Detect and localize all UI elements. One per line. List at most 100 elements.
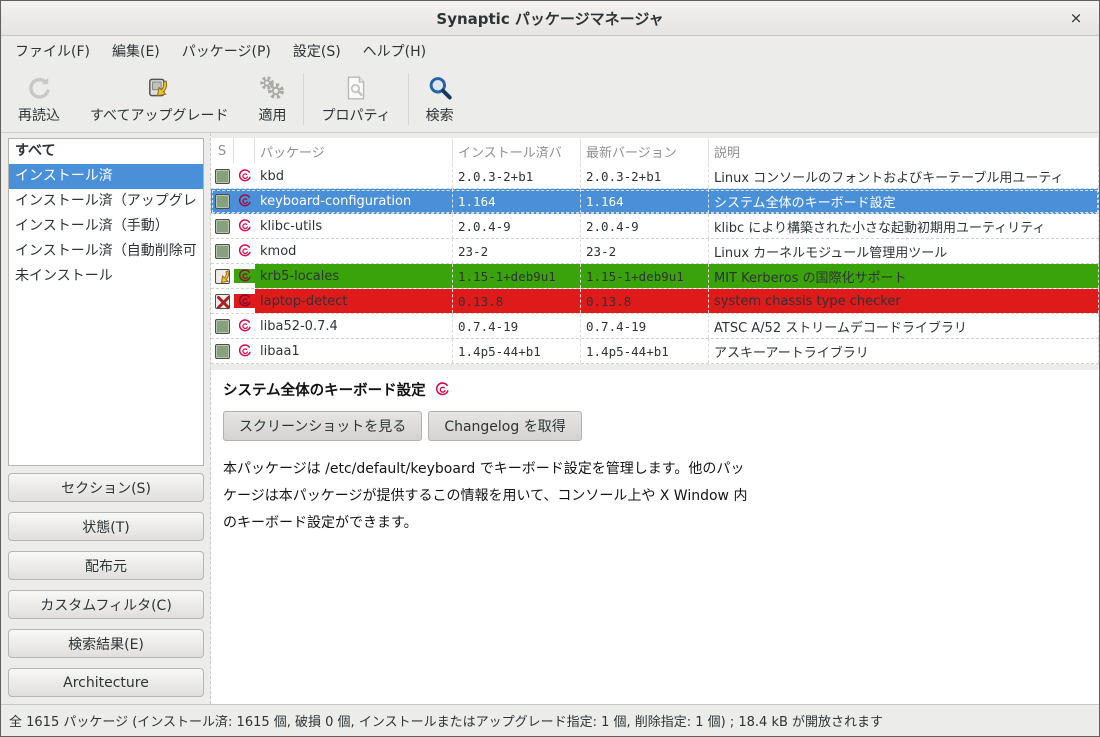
debian-swirl-icon	[238, 244, 252, 258]
package-description: system chassis type checker	[709, 289, 1099, 313]
package-description: アスキーアートライブラリ	[709, 339, 1099, 363]
main-area: すべて インストール済 インストール済（アップグレ インストール済（手動） イン…	[1, 133, 1099, 704]
debian-swirl-icon	[435, 382, 450, 397]
table-row[interactable]: kmod 23-2 23-2 Linux カーネルモジュール管理用ツール	[211, 239, 1099, 264]
menu-package[interactable]: パッケージ(P)	[171, 36, 282, 66]
status-button[interactable]: 状態(T)	[8, 512, 204, 541]
column-header-description[interactable]: 説明	[709, 138, 1099, 164]
installed-version: 2.0.4-9	[453, 214, 581, 238]
debian-swirl-icon	[238, 344, 252, 358]
origin-button[interactable]: 配布元	[8, 551, 204, 580]
table-row-marked-removal[interactable]: laptop-detect 0.13.8 0.13.8 system chass…	[211, 289, 1099, 314]
menu-edit[interactable]: 編集(E)	[101, 36, 171, 66]
latest-version: 23-2	[581, 239, 709, 263]
toolbar-separator	[408, 73, 409, 125]
upgrade-all-button[interactable]: すべてアップグレード	[75, 69, 243, 129]
status-installed-icon[interactable]	[215, 219, 230, 234]
package-description: klibc により構築された小さな起動初期用ユーティリティ	[709, 214, 1099, 238]
status-removal-icon[interactable]	[215, 294, 230, 309]
table-row[interactable]: liba52-0.7.4 0.7.4-19 0.7.4-19 ATSC A/52…	[211, 314, 1099, 339]
installed-version: 1.15-1+deb9u1	[453, 264, 581, 288]
status-installed-icon[interactable]	[215, 194, 230, 209]
search-results-button[interactable]: 検索結果(E)	[8, 629, 204, 658]
menubar: ファイル(F) 編集(E) パッケージ(P) 設定(S) ヘルプ(H)	[1, 36, 1099, 66]
filter-item-all[interactable]: すべて	[9, 139, 203, 164]
reload-button[interactable]: 再読込	[3, 69, 75, 129]
filter-item-not-installed[interactable]: 未インストール	[9, 264, 203, 289]
column-header-latest-version[interactable]: 最新バージョン	[581, 138, 709, 164]
package-name: krb5-locales	[255, 264, 453, 288]
latest-version: 1.15-1+deb9u1	[581, 264, 709, 288]
filter-item-installed-upgradable[interactable]: インストール済（アップグレ	[9, 189, 203, 214]
search-button[interactable]: 検索	[411, 69, 469, 129]
get-changelog-button[interactable]: Changelog を取得	[428, 411, 581, 441]
sidebar: すべて インストール済 インストール済（アップグレ インストール済（手動） イン…	[1, 133, 205, 704]
column-header-supported[interactable]	[234, 138, 255, 164]
reload-icon	[26, 74, 52, 102]
column-header-package[interactable]: パッケージ	[255, 138, 453, 164]
package-name: klibc-utils	[255, 214, 453, 238]
package-name: kbd	[255, 164, 453, 188]
table-row-marked-reinstall[interactable]: krb5-locales 1.15-1+deb9u1 1.15-1+deb9u1…	[211, 264, 1099, 289]
package-name: laptop-detect	[255, 289, 453, 313]
toolbar: 再読込 すべてアップグレード 適用 プロパティ 検索	[1, 66, 1099, 133]
properties-icon	[344, 74, 368, 102]
installed-version: 1.164	[453, 189, 581, 213]
debian-swirl-icon	[238, 169, 252, 183]
status-installed-icon[interactable]	[215, 244, 230, 259]
column-header-installed-version[interactable]: インストール済バ	[453, 138, 581, 164]
table-row-selected[interactable]: keyboard-configuration 1.164 1.164 システム全…	[211, 189, 1099, 214]
apply-gears-icon	[258, 74, 286, 102]
table-row[interactable]: klibc-utils 2.0.4-9 2.0.4-9 klibc により構築さ…	[211, 214, 1099, 239]
latest-version: 2.0.4-9	[581, 214, 709, 238]
filter-item-installed-autoremovable[interactable]: インストール済（自動削除可	[9, 239, 203, 264]
apply-label: 適用	[258, 105, 286, 125]
package-description: ATSC A/52 ストリームデコードライブラリ	[709, 314, 1099, 338]
table-row[interactable]: kbd 2.0.3-2+b1 2.0.3-2+b1 Linux コンソールのフォ…	[211, 164, 1099, 189]
menu-file[interactable]: ファイル(F)	[4, 36, 101, 66]
installed-version: 0.13.8	[453, 289, 581, 313]
column-header-status[interactable]: S	[211, 138, 234, 164]
apply-button[interactable]: 適用	[243, 69, 301, 129]
upgrade-all-label: すべてアップグレード	[90, 105, 228, 125]
filter-item-installed[interactable]: インストール済	[9, 164, 203, 189]
menu-help[interactable]: ヘルプ(H)	[352, 36, 437, 66]
custom-filters-button[interactable]: カスタムフィルタ(C)	[8, 590, 204, 619]
latest-version: 0.13.8	[581, 289, 709, 313]
debian-swirl-icon	[238, 219, 252, 233]
package-name: libaa1	[255, 339, 453, 363]
statusbar: 全 1615 パッケージ (インストール済: 1615 個, 破損 0 個, イ…	[1, 704, 1099, 736]
filter-list: すべて インストール済 インストール済（アップグレ インストール済（手動） イン…	[8, 138, 204, 466]
content-pane: S パッケージ インストール済バ 最新バージョン 説明 kbd 2.0.3-2+…	[211, 133, 1099, 704]
properties-label: プロパティ	[321, 105, 390, 125]
debian-swirl-icon	[238, 269, 252, 283]
architecture-button[interactable]: Architecture	[8, 668, 204, 697]
status-installed-icon[interactable]	[215, 319, 230, 334]
installed-version: 2.0.3-2+b1	[453, 164, 581, 188]
statusbar-text: 全 1615 パッケージ (インストール済: 1615 個, 破損 0 個, イ…	[9, 711, 883, 730]
close-icon[interactable]: ×	[1066, 9, 1086, 29]
latest-version: 0.7.4-19	[581, 314, 709, 338]
titlebar: Synaptic パッケージマネージャ ×	[1, 1, 1099, 36]
details-pane: システム全体のキーボード設定 スクリーンショットを見る Changelog を取…	[211, 370, 1099, 704]
package-name: keyboard-configuration	[255, 189, 453, 213]
status-reinstall-icon[interactable]	[215, 269, 230, 284]
sections-button[interactable]: セクション(S)	[8, 473, 204, 502]
upgrade-all-icon	[146, 74, 172, 102]
reload-label: 再読込	[18, 105, 60, 125]
filter-item-installed-manual[interactable]: インストール済（手動）	[9, 214, 203, 239]
search-label: 検索	[426, 105, 454, 125]
table-row[interactable]: libaa1 1.4p5-44+b1 1.4p5-44+b1 アスキーアートライ…	[211, 339, 1099, 364]
package-table: S パッケージ インストール済バ 最新バージョン 説明 kbd 2.0.3-2+…	[211, 138, 1099, 364]
sidebar-buttons: セクション(S) 状態(T) 配布元 カスタムフィルタ(C) 検索結果(E) A…	[8, 473, 204, 697]
package-description: MIT Kerberos の国際化サポート	[709, 264, 1099, 288]
debian-swirl-icon	[238, 294, 252, 308]
view-screenshot-button[interactable]: スクリーンショットを見る	[223, 411, 422, 441]
status-installed-icon[interactable]	[215, 169, 230, 184]
properties-button[interactable]: プロパティ	[306, 69, 405, 129]
status-installed-icon[interactable]	[215, 344, 230, 359]
synaptic-window: Synaptic パッケージマネージャ × ファイル(F) 編集(E) パッケー…	[0, 0, 1100, 737]
window-title: Synaptic パッケージマネージャ	[436, 8, 663, 29]
latest-version: 1.164	[581, 189, 709, 213]
menu-settings[interactable]: 設定(S)	[282, 36, 352, 66]
